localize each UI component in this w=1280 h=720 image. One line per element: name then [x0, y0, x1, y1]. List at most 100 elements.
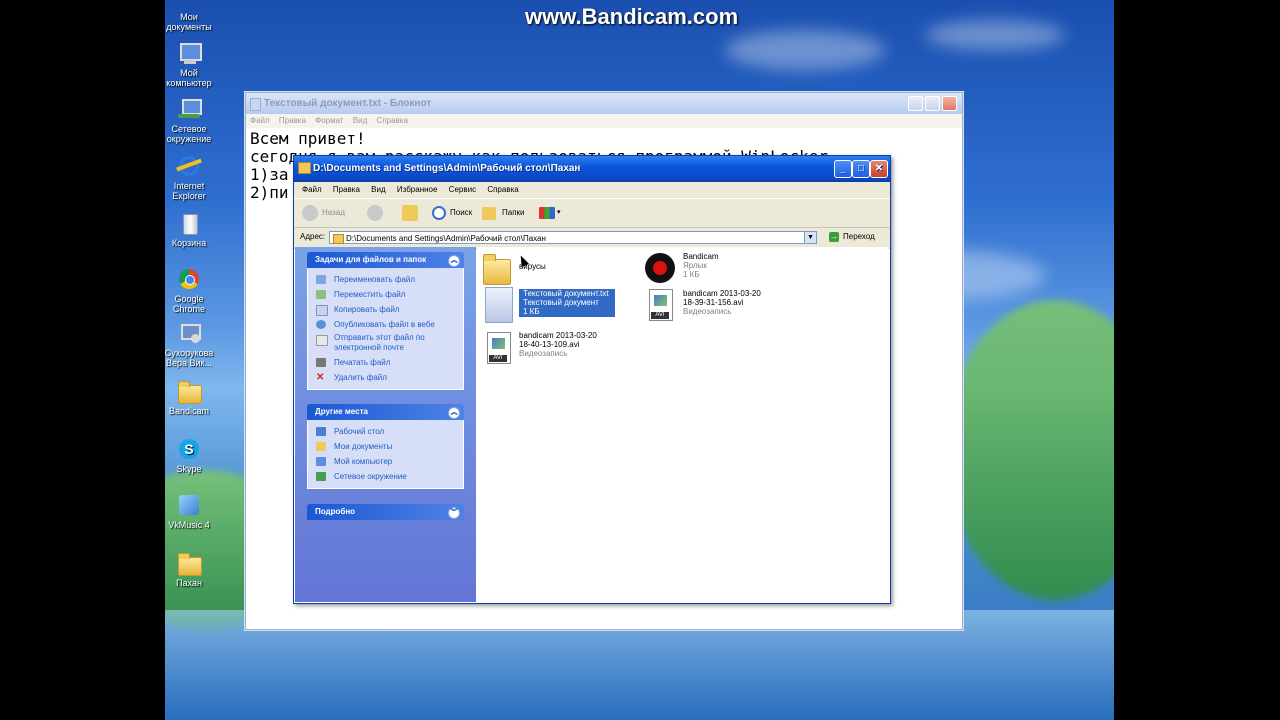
details-panel-header[interactable]: Подробно ︾ [307, 504, 464, 520]
skype-icon: S [176, 438, 202, 462]
chevron-down-icon[interactable]: ▼ [804, 232, 816, 243]
desktop-icon-label: документы [166, 22, 212, 32]
place-my-documents[interactable]: Мои документы [316, 439, 463, 454]
address-label: Адрес: [300, 232, 326, 241]
file-item-video-2[interactable]: bandicam 2013-03-20 18-40-13-109.avi Вид… [481, 329, 621, 367]
task-copy[interactable]: Копировать файл [316, 302, 463, 317]
place-desktop[interactable]: Рабочий стол [316, 424, 463, 439]
menu-format[interactable]: Формат [315, 116, 343, 125]
menu-file[interactable]: Файл [250, 116, 270, 125]
folder-icon [483, 254, 511, 285]
task-label: Печатать файл [334, 358, 391, 367]
views-button[interactable]: ▾ [539, 204, 563, 222]
forward-button[interactable] [367, 204, 385, 222]
notepad-titlebar[interactable]: Текстовый документ.txt - Блокнот [246, 93, 962, 114]
task-email[interactable]: Отправить этот файл по электронной почте [316, 332, 463, 355]
tasks-panel-header[interactable]: Задачи для файлов и папок ︽ [307, 252, 464, 268]
tasks-panel: Задачи для файлов и папок ︽ Переименоват… [307, 252, 464, 390]
desktop-icon-pakhan[interactable]: Пахан [157, 552, 221, 588]
expand-icon[interactable]: ︾ [448, 507, 460, 519]
copy-icon [316, 305, 328, 316]
maximize-button[interactable] [925, 96, 940, 111]
computer-icon [176, 42, 202, 66]
back-arrow-icon [302, 205, 318, 221]
minimize-button[interactable]: _ [834, 160, 852, 178]
collapse-icon[interactable]: ︽ [448, 407, 460, 419]
documents-icon [176, 0, 202, 10]
search-button[interactable]: Поиск [430, 204, 472, 222]
avi-file-icon [487, 332, 511, 364]
up-folder-button[interactable] [402, 204, 420, 222]
cloud [925, 20, 1065, 50]
task-label: электронной почте [334, 343, 404, 352]
task-rename[interactable]: Переименовать файл [316, 272, 463, 287]
task-label: Переименовать файл [334, 275, 416, 284]
address-input[interactable]: D:\Documents and Settings\Admin\Рабочий … [329, 231, 817, 244]
text-line: Всем привет! [250, 129, 366, 148]
folders-button[interactable]: Папки [482, 204, 525, 222]
go-button[interactable]: → Переход [829, 232, 875, 242]
menu-help[interactable]: Справка [377, 116, 408, 125]
folder-icon [298, 162, 311, 174]
file-type: Видеозапись [683, 307, 732, 316]
task-publish[interactable]: Опубликовать файл в вебе [316, 317, 463, 332]
minimize-button[interactable] [908, 96, 923, 111]
desktop-icon-vkmusic[interactable]: VkMusic 4 [157, 494, 221, 530]
desktop-icon-label: Корзина [171, 238, 207, 248]
desktop-icon-label: Bandicam [168, 406, 210, 416]
hill [945, 300, 1114, 600]
menu-edit[interactable]: Правка [333, 185, 360, 194]
file-item-text-selected[interactable]: Текстовый документ.txt Текстовый докумен… [481, 287, 621, 325]
menu-view[interactable]: Вид [353, 116, 367, 125]
place-label: Мой компьютер [334, 457, 393, 466]
desktop-icon-label: Skype [176, 464, 202, 474]
close-button[interactable] [942, 96, 957, 111]
place-network[interactable]: Сетевое окружение [316, 469, 463, 484]
file-name: Текстовый документ.txt [523, 289, 609, 298]
go-label: Переход [843, 232, 875, 241]
file-list: вирусы Bandicam Ярлык 1 КБ Текстовый док… [477, 247, 889, 602]
menu-edit[interactable]: Правка [279, 116, 306, 125]
desktop-icon-skype[interactable]: S Skype [157, 438, 221, 474]
close-button[interactable]: ✕ [870, 160, 888, 178]
menu-view[interactable]: Вид [371, 185, 385, 194]
task-move[interactable]: Переместить файл [316, 287, 463, 302]
desktop-icon-network[interactable]: Сетевое окружение [157, 98, 221, 144]
menu-favorites[interactable]: Избранное [397, 185, 438, 194]
explorer-window[interactable]: D:\Documents and Settings\Admin\Рабочий … [293, 155, 891, 604]
menu-help[interactable]: Справка [487, 185, 518, 194]
desktop-icon-ie[interactable]: Internet Explorer [157, 155, 221, 201]
address-value: D:\Documents and Settings\Admin\Рабочий … [346, 234, 546, 243]
explorer-titlebar[interactable]: D:\Documents and Settings\Admin\Рабочий … [294, 156, 890, 182]
desktop-icon-my-documents[interactable]: Мои документы [157, 0, 221, 32]
desktop-icon-label: Мои [180, 12, 198, 22]
menu-tools[interactable]: Сервис [449, 185, 476, 194]
file-item-folder[interactable]: вирусы [481, 251, 611, 287]
place-my-computer[interactable]: Мой компьютер [316, 454, 463, 469]
desktop-icon-chrome[interactable]: Google Chrome [157, 268, 221, 314]
file-item-video-1[interactable]: bandicam 2013-03-20 18-39-31-156.avi Вид… [643, 287, 783, 325]
task-print[interactable]: Печатать файл [316, 355, 463, 370]
maximize-button[interactable]: □ [852, 160, 870, 178]
back-button[interactable]: Назад [302, 204, 345, 222]
places-panel-header[interactable]: Другие места ︽ [307, 404, 464, 420]
vkmusic-icon [176, 494, 202, 518]
tasks-header-label: Задачи для файлов и папок [315, 255, 427, 264]
text-document-icon [485, 287, 513, 323]
up-folder-icon [402, 205, 418, 221]
task-delete[interactable]: ✕ Удалить файл [316, 370, 463, 385]
desktop-icon-user[interactable]: Сухорукова Вера Вик... [157, 322, 221, 368]
desktop-icon-label: VkMusic 4 [168, 520, 210, 530]
collapse-icon[interactable]: ︽ [448, 255, 460, 267]
desktop-icon-bandicam[interactable]: Bandicam [157, 380, 221, 416]
file-item-shortcut[interactable]: Bandicam Ярлык 1 КБ [643, 251, 773, 287]
desktop-icon-recycle[interactable]: Корзина [157, 212, 221, 248]
menu-file[interactable]: Файл [302, 185, 322, 194]
desktop-icon-label: Вера Вик... [166, 358, 212, 368]
folders-icon [482, 207, 496, 220]
desktop-icon-my-computer[interactable]: Мой компьютер [157, 42, 221, 88]
explorer-title: D:\Documents and Settings\Admin\Рабочий … [313, 163, 581, 174]
desktop-icon-label: окружение [166, 134, 212, 144]
notepad-title: Текстовый документ.txt - Блокнот [264, 98, 432, 109]
place-label: Мои документы [334, 442, 393, 451]
